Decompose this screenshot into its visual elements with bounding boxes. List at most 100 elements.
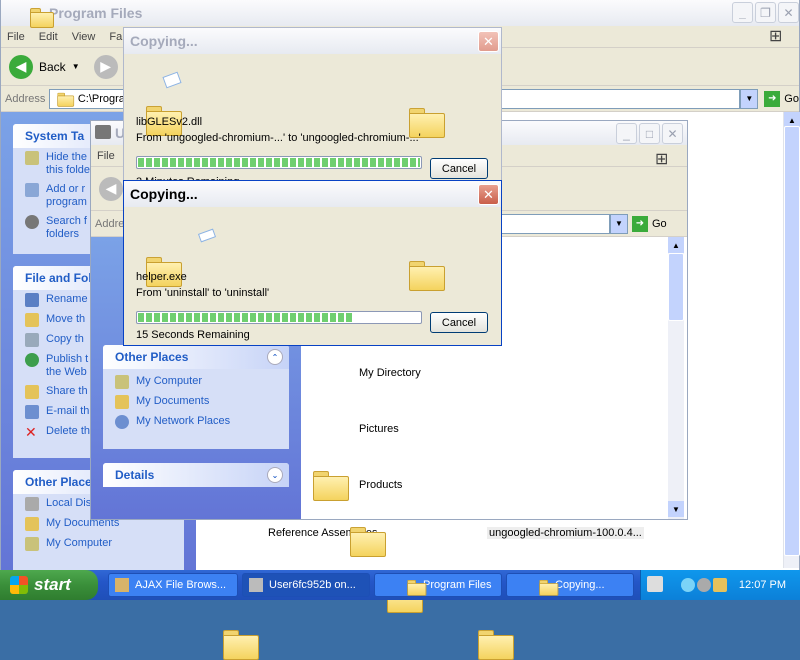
- keyboard-icon[interactable]: [647, 576, 663, 592]
- system-tray: 12:07 PM: [640, 570, 800, 600]
- expand-chevron-icon[interactable]: ⌄: [267, 467, 283, 483]
- clock[interactable]: 12:07 PM: [739, 579, 786, 591]
- place-my-computer[interactable]: My Computer: [103, 369, 289, 392]
- computer-icon: [95, 125, 111, 139]
- folder-my-directory[interactable]: My Directory: [359, 367, 421, 379]
- folder-icon: [407, 579, 427, 596]
- close-button[interactable]: ✕: [478, 184, 499, 205]
- move-icon: [25, 313, 39, 327]
- folder-icon[interactable]: [350, 527, 387, 557]
- place-my-network[interactable]: My Network Places: [103, 412, 289, 432]
- folder-icon[interactable]: [313, 471, 349, 501]
- taskbar-button-copying[interactable]: Copying...: [506, 573, 634, 597]
- scrollbar[interactable]: ▲ ▼: [668, 237, 684, 519]
- file-name: helper.exe: [136, 271, 187, 283]
- copy-dialog-active: Copying... ✕ helper.exe From 'uninstall'…: [123, 180, 502, 346]
- details-panel: Details ⌄: [103, 463, 289, 487]
- globe-icon: [25, 353, 39, 367]
- documents-icon: [115, 395, 129, 409]
- disk-icon: [25, 497, 39, 511]
- place-my-computer[interactable]: My Computer: [13, 534, 184, 554]
- go-button[interactable]: Go: [784, 93, 799, 105]
- computer-icon: [249, 578, 263, 592]
- address-label: Addre: [95, 217, 125, 230]
- go-arrow-icon[interactable]: ➜: [632, 215, 648, 232]
- title-bar[interactable]: Program Files _ ❐ ✕: [1, 0, 799, 28]
- copy-from-to: From 'uninstall' to 'uninstall': [136, 287, 270, 299]
- copy-icon: [25, 333, 39, 347]
- maximize-button[interactable]: □: [639, 123, 660, 144]
- computer-icon: [25, 537, 39, 551]
- search-icon: [25, 215, 39, 229]
- back-dropdown-icon[interactable]: ▼: [72, 62, 80, 71]
- file-name: libGLESv2.dll: [136, 116, 203, 128]
- dialog-title[interactable]: Copying...: [124, 28, 501, 54]
- menu-edit[interactable]: Edit: [39, 31, 58, 43]
- address-dropdown-icon[interactable]: ▼: [610, 213, 628, 234]
- minimize-button[interactable]: _: [616, 123, 637, 144]
- progress-fill: [138, 313, 353, 322]
- flying-document-icon: [197, 228, 217, 243]
- progress-bar: [136, 156, 422, 169]
- start-button[interactable]: start: [0, 570, 98, 600]
- panel-title: Details: [115, 468, 155, 482]
- add-remove-icon: [25, 183, 39, 197]
- folder-icon: [30, 8, 54, 28]
- window-title: Program Files: [49, 5, 143, 21]
- scroll-thumb[interactable]: [668, 253, 684, 321]
- close-button[interactable]: ✕: [662, 123, 683, 144]
- cancel-button[interactable]: Cancel: [430, 158, 488, 179]
- panel-header[interactable]: Other Places ⌃: [103, 345, 289, 369]
- close-button[interactable]: ✕: [778, 2, 799, 23]
- file-item-ungoogled-chromium[interactable]: ungoogled-chromium-100.0.4...: [487, 527, 644, 539]
- computer-icon: [115, 375, 129, 389]
- minimize-button[interactable]: _: [732, 2, 753, 23]
- folder-icon[interactable]: [478, 630, 515, 660]
- progress-fill: [138, 158, 420, 167]
- network-icon[interactable]: [681, 578, 695, 592]
- back-arrow-icon[interactable]: ◀: [9, 54, 33, 79]
- copy-from-to: From 'ungoogled-chromium-...' to 'ungoog…: [136, 132, 421, 144]
- back-arrow-icon[interactable]: ◀: [99, 176, 123, 201]
- menu-view[interactable]: View: [72, 31, 96, 43]
- folder-icon[interactable]: [223, 630, 259, 660]
- menu-file[interactable]: File: [97, 150, 115, 162]
- address-dropdown-icon[interactable]: ▼: [740, 88, 759, 109]
- taskbar-button-user[interactable]: User6fc952b on...: [242, 573, 370, 597]
- address-label: Address: [5, 92, 46, 105]
- go-button[interactable]: Go: [652, 218, 667, 230]
- email-icon: [25, 405, 39, 419]
- scrollbar[interactable]: ▲: [783, 112, 800, 568]
- back-button-label[interactable]: Back: [39, 60, 66, 74]
- windows-logo-icon: [10, 576, 28, 594]
- destination-folder-icon: [409, 261, 446, 291]
- menu-favorites[interactable]: Fa: [109, 31, 122, 43]
- delete-x-icon: ✕: [25, 424, 37, 440]
- forward-arrow-icon[interactable]: ▶: [93, 54, 118, 79]
- hide-icon: [25, 151, 39, 165]
- folder-pictures[interactable]: Pictures: [359, 423, 399, 435]
- taskbar: start AJAX File Brows... User6fc952b on.…: [0, 570, 800, 600]
- app-icon: [115, 578, 129, 592]
- collapse-chevron-icon[interactable]: ⌃: [267, 349, 283, 365]
- panel-header[interactable]: Details ⌄: [103, 463, 289, 487]
- taskbar-button-program-files[interactable]: Program Files: [374, 573, 502, 597]
- copy-dialog-inactive: Copying... ✕ libGLESv2.dll From 'ungoogl…: [123, 27, 502, 185]
- place-my-documents[interactable]: My Documents: [103, 392, 289, 412]
- dialog-title[interactable]: Copying...: [124, 181, 501, 207]
- volume-icon[interactable]: [697, 578, 711, 592]
- maximize-button[interactable]: ❐: [755, 2, 776, 23]
- scroll-up-icon[interactable]: ▲: [668, 237, 684, 253]
- menu-file[interactable]: File: [7, 31, 25, 43]
- go-arrow-icon[interactable]: ➜: [764, 90, 781, 107]
- taskbar-button-ajax[interactable]: AJAX File Brows...: [108, 573, 238, 597]
- rename-icon: [25, 293, 39, 307]
- close-button[interactable]: ✕: [478, 31, 499, 52]
- security-icon[interactable]: [713, 578, 727, 592]
- cancel-button[interactable]: Cancel: [430, 312, 488, 333]
- panel-title: Other Places: [115, 350, 189, 364]
- scroll-thumb[interactable]: [784, 126, 800, 556]
- folder-products[interactable]: Products: [359, 479, 402, 491]
- scroll-down-icon[interactable]: ▼: [668, 501, 684, 517]
- folder-icon: [57, 92, 74, 107]
